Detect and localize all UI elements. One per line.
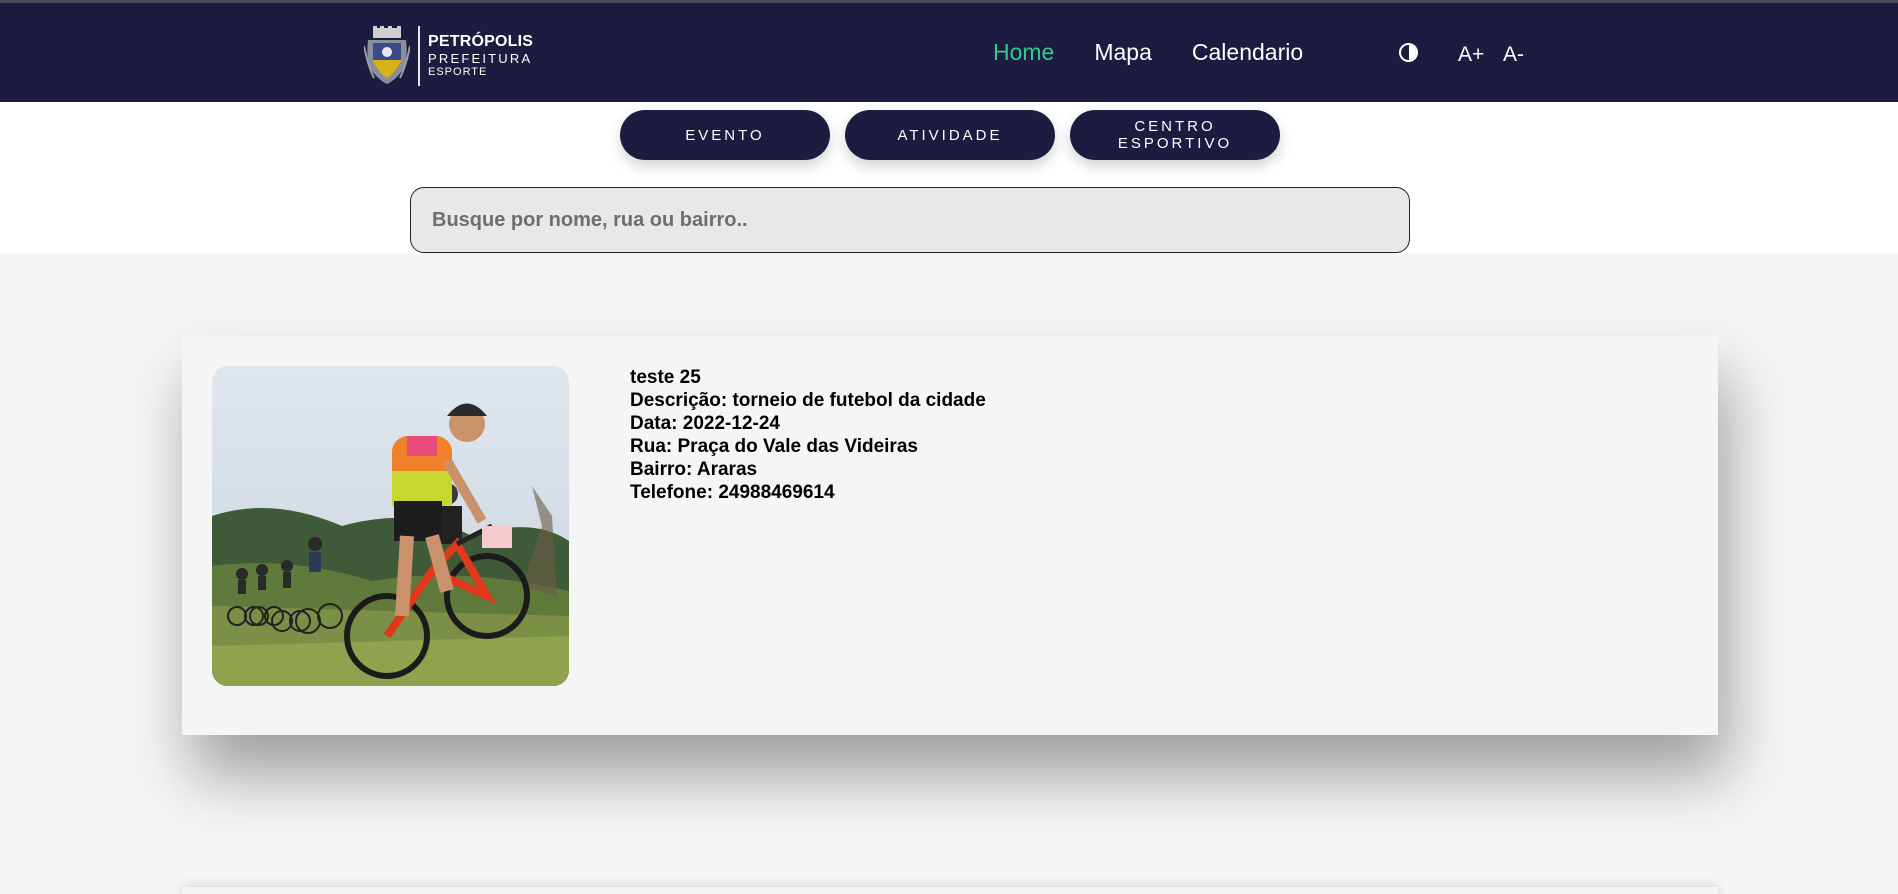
- main-nav: Home Mapa Calendario: [993, 39, 1303, 66]
- font-decrease-button[interactable]: A-: [1503, 43, 1524, 67]
- filter-centro-esportivo-button[interactable]: CENTRO ESPORTIVO: [1070, 110, 1280, 160]
- logo-line-1: PETRÓPOLIS: [428, 33, 534, 50]
- next-event-card[interactable]: [182, 887, 1718, 894]
- event-neighborhood: Bairro: Araras: [630, 459, 758, 480]
- contrast-icon-half: [1408, 45, 1416, 60]
- city-crest-icon: [364, 26, 410, 84]
- logo-divider: [418, 26, 420, 86]
- event-title: teste 25: [630, 367, 701, 388]
- event-street: Rua: Praça do Vale das Videiras: [630, 436, 918, 457]
- contrast-icon[interactable]: [1399, 43, 1418, 62]
- logo-text: PETRÓPOLIS PREFEITURA ESPORTE: [428, 34, 533, 78]
- event-phone: Telefone: 24988469614: [630, 482, 835, 503]
- event-photo: [212, 366, 569, 686]
- filter-evento-button[interactable]: EVENTO: [620, 110, 830, 160]
- event-card[interactable]: teste 25 Descrição: torneio de futebol d…: [182, 336, 1718, 735]
- top-navbar: PETRÓPOLIS PREFEITURA ESPORTE Home Mapa …: [0, 0, 1898, 102]
- search-input[interactable]: [410, 187, 1410, 253]
- event-description: Descrição: torneio de futebol da cidade: [630, 390, 986, 411]
- filter-atividade-button[interactable]: ATIVIDADE: [845, 110, 1055, 160]
- event-date: Data: 2022-12-24: [630, 413, 780, 434]
- mountain-bike-race-photo: [212, 366, 569, 686]
- nav-calendario[interactable]: Calendario: [1192, 39, 1303, 66]
- nav-mapa[interactable]: Mapa: [1094, 39, 1152, 66]
- font-increase-button[interactable]: A+: [1458, 43, 1484, 67]
- logo-line-3: ESPORTE: [428, 66, 488, 78]
- logo-line-2: PREFEITURA: [428, 51, 533, 66]
- petropolis-logo[interactable]: PETRÓPOLIS PREFEITURA ESPORTE: [364, 25, 534, 87]
- event-details: teste 25 Descrição: torneio de futebol d…: [630, 366, 986, 504]
- nav-home[interactable]: Home: [993, 39, 1054, 66]
